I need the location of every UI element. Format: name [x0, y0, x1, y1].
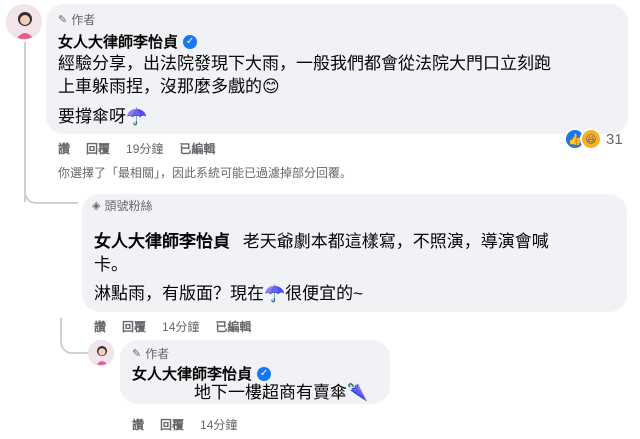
timestamp[interactable]: 19分鐘 [126, 140, 163, 157]
reply-button[interactable]: 回覆 [122, 318, 146, 335]
pen-icon: ✎ [58, 14, 68, 26]
like-button[interactable]: 讚 [94, 318, 106, 335]
reaction-summary[interactable]: 👍 😆 31 [564, 128, 623, 150]
comment-text-line: 經驗分享，出法院發現下大雨，一般我們都會從法院大門口立刻跑 [58, 54, 551, 73]
comment-body-2: 女人大律師李怡貞 老天爺劇本都這樣寫，不照演，導演會喊 卡。 淋點雨，有版面？現… [94, 230, 614, 305]
edited-label[interactable]: 已編輯 [215, 318, 251, 335]
comment-actions-3: 讚 回覆 14分鐘 [132, 416, 237, 433]
edited-label[interactable]: 已編輯 [179, 140, 215, 157]
comment-body-3: 地下一樓超商有賣傘🌂 [194, 383, 369, 402]
comment-actions-1: 讚 回覆 19分鐘 已編輯 [58, 140, 215, 157]
author-tag: ✎ 作者 [58, 11, 95, 28]
comment-body-1: 經驗分享，出法院發現下大雨，一般我們都會從法院大門口立刻跑 上車躲雨捏，沒那麼多… [58, 52, 551, 128]
top-fan-label: 頭號粉絲 [104, 199, 153, 213]
reaction-count: 31 [606, 130, 623, 148]
comment-actions-2: 讚 回覆 14分鐘 已編輯 [94, 318, 251, 335]
like-button[interactable]: 讚 [58, 140, 70, 157]
pen-icon: ✎ [132, 348, 142, 360]
comment-author[interactable]: 女人大律師李怡貞 ✓ [58, 31, 198, 52]
avatar-image [89, 341, 113, 365]
reply-button[interactable]: 回覆 [160, 416, 184, 433]
timestamp[interactable]: 14分鐘 [162, 318, 199, 335]
comment-bubble-1: ✎ 作者 女人大律師李怡貞 ✓ 經驗分享，出法院發現下大雨，一般我們都會從法院大… [46, 4, 628, 134]
comment-text-line: 淋點雨，有版面？現在☂️很便宜的~ [94, 284, 364, 303]
author-name[interactable]: 女人大律師李怡貞 [94, 232, 230, 251]
filter-notice: 你選擇了「最相關」，因此系統可能已過濾掉部分回覆。 [58, 166, 353, 180]
author-tag: ✎ 作者 [132, 345, 169, 362]
thread-line-nested [60, 318, 88, 354]
comment-bubble-2: ◈ 頭號粉絲 女人大律師李怡貞 老天爺劇本都這樣寫，不照演，導演會喊 卡。 淋點… [82, 194, 627, 312]
comment-text-line: 老天爺劇本都這樣寫，不照演，導演會喊 [242, 232, 549, 251]
author-name[interactable]: 女人大律師李怡貞 [58, 31, 178, 52]
like-button[interactable]: 讚 [132, 416, 144, 433]
diamond-icon: ◈ [92, 200, 101, 212]
avatar-image [7, 5, 41, 39]
author-tag-label: 作者 [71, 13, 96, 27]
timestamp[interactable]: 14分鐘 [200, 416, 237, 433]
thread-line-elbow [24, 186, 78, 204]
thread-line-main [24, 42, 26, 202]
comment-text-line: 卡。 [94, 255, 128, 274]
reply-button[interactable]: 回覆 [86, 140, 110, 157]
comment-text-line: 上車躲雨捏，沒那麼多戲的😊 [58, 77, 280, 96]
top-fan-badge: ◈ 頭號粉絲 [92, 197, 152, 214]
haha-icon: 😆 [580, 128, 602, 150]
comment-bubble-3: ✎ 作者 女人大律師李怡貞 ✓ 地下一樓超商有賣傘🌂 [120, 340, 390, 404]
comment-text-line: 要撐傘呀☂️ [58, 107, 148, 126]
avatar[interactable] [6, 4, 42, 40]
author-tag-label: 作者 [145, 347, 170, 361]
avatar[interactable] [88, 340, 114, 366]
verified-badge-icon: ✓ [257, 366, 272, 381]
verified-badge-icon: ✓ [183, 34, 198, 49]
